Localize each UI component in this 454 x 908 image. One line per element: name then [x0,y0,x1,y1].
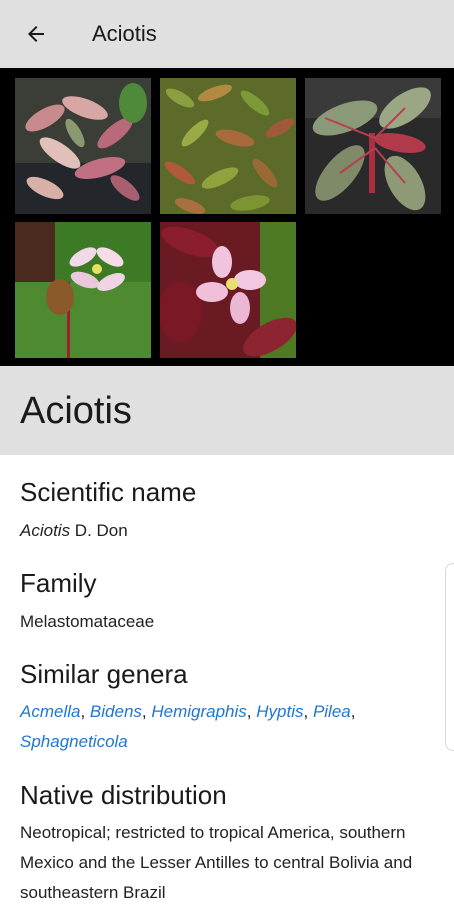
family-value: Melastomataceae [20,612,155,631]
family-section: Family Melastomataceae [20,568,154,637]
gallery-photo-2[interactable] [160,78,296,214]
app-bar: Aciotis [0,0,454,68]
scientific-name-value: Aciotis D. Don [20,516,196,546]
similar-genus-link[interactable]: Pilea [313,702,351,721]
similar-genus-link[interactable]: Acmella [20,702,80,721]
similar-genus-link[interactable]: Hyptis [256,702,303,721]
genus-title-band: Aciotis [0,366,454,455]
gallery-photo-3[interactable] [305,78,441,214]
genus-title: Aciotis [20,390,132,432]
similar-genera-section: Similar genera Acmella, Bidens, Hemigrap… [20,659,420,757]
family-heading: Family [20,568,97,598]
similar-genus-link[interactable]: Sphagneticola [20,732,128,751]
similar-genus-link[interactable]: Bidens [90,702,142,721]
scientific-name-genus: Aciotis [20,521,71,540]
similar-genera-list: Acmella, Bidens, Hemigraphis, Hyptis, Pi… [20,702,356,751]
gallery-photo-1[interactable] [15,78,151,214]
app-bar-title: Aciotis [92,21,157,46]
back-button[interactable] [16,14,56,54]
arrow-left-icon [28,26,44,42]
similar-genus-link[interactable]: Hemigraphis [151,702,246,721]
scientific-name-author: D. Don [70,521,128,540]
photo-gallery [0,68,454,366]
scientific-name-heading: Scientific name [20,477,197,507]
native-distribution-heading: Native distribution [20,780,227,810]
gallery-photo-4[interactable] [15,222,151,358]
side-panel-handle[interactable] [445,563,454,751]
scientific-name-section: Scientific name Aciotis D. Don [20,477,196,546]
native-distribution-section: Native distribution Neotropical; restric… [20,780,440,908]
gallery-photo-5[interactable] [160,222,296,358]
native-distribution-value: Neotropical; restricted to tropical Amer… [20,823,413,902]
similar-genera-heading: Similar genera [20,659,188,689]
